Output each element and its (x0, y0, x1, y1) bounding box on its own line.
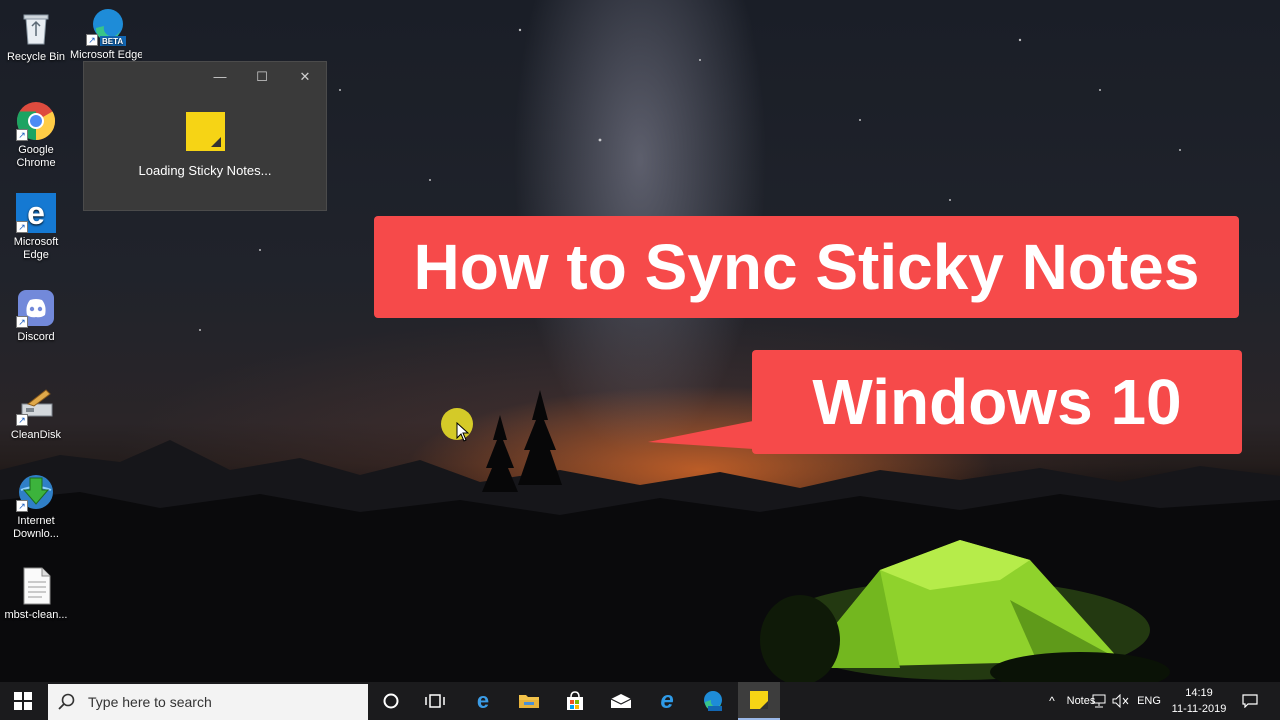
edge-beta-icon: ↗ BETA (86, 6, 126, 46)
taskbar-clock[interactable]: 14:19 11-11-2019 (1166, 685, 1232, 717)
desktop-icon-label: Internet Downlo... (13, 515, 59, 540)
edge-icon: e (476, 688, 490, 713)
chrome-icon: ↗ (16, 101, 56, 141)
loading-text: Loading Sticky Notes... (138, 163, 272, 178)
search-icon (58, 693, 75, 710)
desktop-icon-label: Google Chrome (16, 144, 56, 169)
minimize-button[interactable]: — (205, 66, 235, 88)
sticky-notes-loading-window[interactable]: — ☐ ✕ Loading Sticky Notes... (83, 61, 327, 211)
desktop-icon-cleandisk[interactable]: ↗ CleanDisk (0, 386, 72, 442)
shortcut-arrow-icon: ↗ (16, 221, 28, 233)
volume-muted-icon (1112, 694, 1129, 708)
desktop-icon-internet-download-manager[interactable]: ↗ Internet Downlo... (0, 472, 72, 541)
windows-logo-icon (14, 692, 32, 710)
notification-icon (1242, 694, 1258, 708)
desktop-icon-label: CleanDisk (10, 429, 62, 441)
edge-icon: e ↗ (16, 193, 56, 233)
volume-button[interactable] (1110, 682, 1132, 720)
taskbar-edge-beta[interactable] (692, 682, 734, 720)
sticky-notes-icon (750, 691, 768, 709)
desktop-icon-label: Microsoft Edge Beta (70, 49, 142, 61)
discord-icon: ↗ (16, 288, 56, 328)
shortcut-arrow-icon: ↗ (86, 34, 98, 46)
taskbar-mail[interactable] (600, 682, 642, 720)
desktop-icon-chrome[interactable]: ↗ Google Chrome (0, 101, 72, 170)
shortcut-arrow-icon: ↗ (16, 414, 28, 426)
chevron-up-icon: ^ (1049, 694, 1055, 708)
desktop-icon-label: Discord (17, 331, 55, 343)
sticky-notes-logo-icon (186, 112, 225, 151)
task-view-button[interactable] (414, 682, 456, 720)
mouse-cursor-icon (456, 422, 470, 442)
shortcut-arrow-icon: ↗ (16, 129, 28, 141)
maximize-button[interactable]: ☐ (247, 66, 277, 88)
speech-bubble-tail (648, 418, 768, 450)
action-center-button[interactable] (1236, 682, 1264, 720)
desktop-icon-label: Recycle Bin (6, 51, 66, 63)
title-banner: How to Sync Sticky Notes (374, 216, 1239, 318)
desktop-icon-edge[interactable]: e ↗ Microsoft Edge (0, 193, 72, 262)
cortana-icon (383, 693, 399, 709)
language-button[interactable]: ENG (1134, 682, 1164, 720)
task-view-icon (425, 694, 445, 708)
start-button[interactable] (0, 682, 46, 720)
shortcut-arrow-icon: ↗ (16, 500, 28, 512)
desktop-icon-edge-beta[interactable]: ↗ BETA Microsoft Edge Beta (70, 6, 142, 61)
internet-explorer-icon: e (660, 687, 674, 714)
shortcut-arrow-icon: ↗ (16, 316, 28, 328)
subtitle-banner: Windows 10 (752, 350, 1242, 454)
clock-date: 11-11-2019 (1171, 703, 1227, 715)
desktop-icon-label: Microsoft Edge (13, 236, 59, 261)
beta-badge: BETA (102, 37, 124, 46)
edge-beta-icon (704, 691, 722, 711)
text-file-icon (16, 566, 56, 606)
taskbar-microsoft-store[interactable] (554, 682, 596, 720)
desktop-icon-mbst-clean[interactable]: mbst-clean... (0, 566, 72, 622)
idm-icon: ↗ (16, 472, 56, 512)
search-input[interactable] (88, 694, 338, 710)
close-button[interactable]: ✕ (290, 66, 320, 88)
recycle-bin-icon (16, 8, 56, 48)
taskbar-edge[interactable]: e (462, 682, 504, 720)
clock-time: 14:19 (1185, 687, 1213, 699)
store-icon (567, 691, 583, 710)
desktop-icon-discord[interactable]: ↗ Discord (0, 288, 72, 344)
desktop-icon-label: mbst-clean... (4, 609, 68, 621)
network-button[interactable] (1090, 682, 1110, 720)
network-icon (1092, 694, 1106, 708)
folder-icon (519, 695, 539, 708)
taskbar-internet-explorer[interactable]: e (646, 682, 688, 720)
language-label: ENG (1137, 695, 1161, 707)
taskbar-search-box[interactable] (48, 684, 368, 720)
show-hidden-icons-button[interactable]: ^ (1040, 682, 1064, 720)
desktop-icon-recycle-bin[interactable]: Recycle Bin (0, 8, 72, 64)
cleandisk-icon: ↗ (16, 386, 56, 426)
cortana-button[interactable] (370, 682, 412, 720)
taskbar-file-explorer[interactable] (508, 682, 550, 720)
taskbar-sticky-notes[interactable] (738, 682, 780, 720)
taskbar: e e ^ Notes (0, 682, 1280, 720)
mail-icon (610, 694, 632, 708)
